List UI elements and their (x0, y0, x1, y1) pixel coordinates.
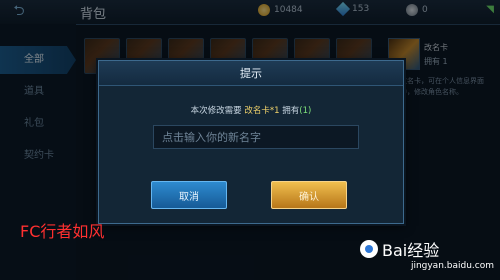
new-name-input[interactable]: 点击输入你的新名字 (153, 125, 359, 149)
own-close-paren: ) (308, 106, 312, 116)
own-label: 拥有 (282, 106, 300, 116)
baidu-watermark-text: Bai经验 (382, 241, 440, 260)
author-watermark: FC行者如风 (20, 222, 105, 241)
dialog-title: 提示 (240, 67, 262, 80)
required-item: 改名卡*1 (244, 106, 280, 116)
baidu-watermark: Bai经验 (360, 238, 492, 260)
baidu-paw-icon (360, 240, 378, 258)
rename-dialog: 提示 本次修改需要 改名卡*1 拥有(1) 点击输入你的新名字 取消 确认 (98, 60, 404, 224)
confirm-button-label: 确认 (299, 191, 319, 203)
cancel-button-label: 取消 (179, 191, 199, 203)
new-name-placeholder: 点击输入你的新名字 (162, 131, 261, 144)
confirm-button[interactable]: 确认 (271, 181, 347, 209)
cancel-button[interactable]: 取消 (151, 181, 227, 209)
dialog-header: 提示 (99, 61, 403, 86)
message-prefix: 本次修改需要 (190, 106, 242, 116)
dialog-message: 本次修改需要 改名卡*1 拥有(1) (99, 104, 403, 116)
baidu-url: jingyan.baidu.com (410, 261, 494, 271)
